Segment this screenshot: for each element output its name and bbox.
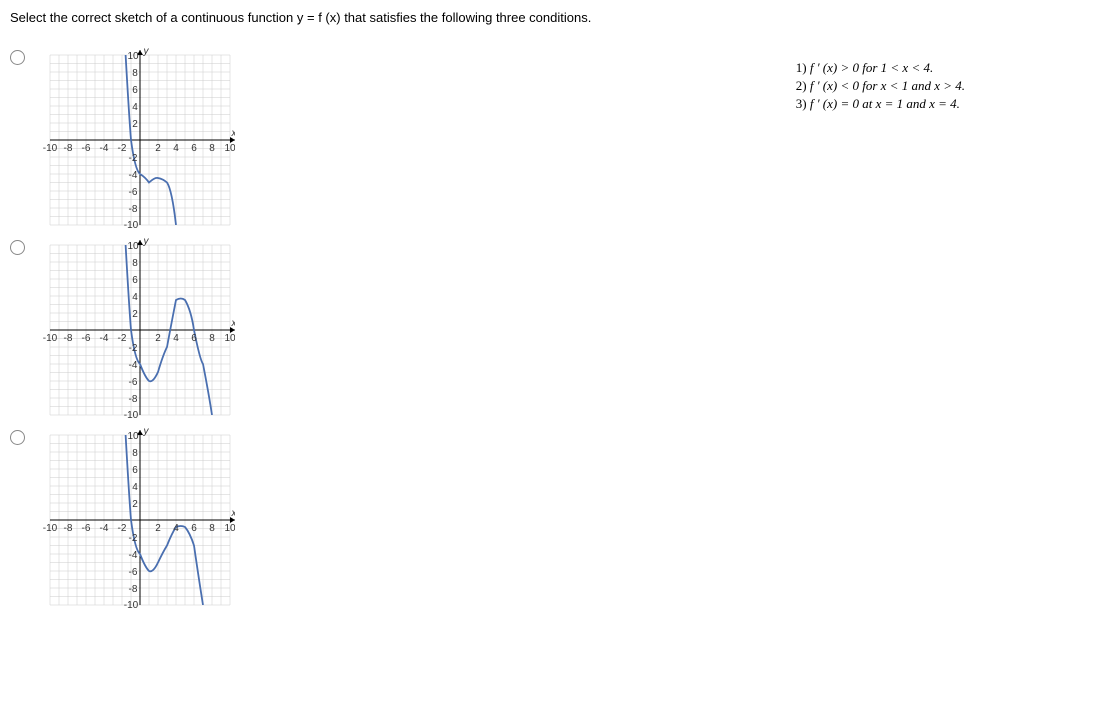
svg-text:6: 6 — [132, 85, 138, 96]
svg-text:4: 4 — [173, 333, 179, 344]
svg-text:6: 6 — [132, 275, 138, 286]
svg-text:-6: -6 — [129, 187, 138, 198]
svg-text:10: 10 — [127, 51, 139, 62]
svg-text:x: x — [231, 318, 236, 329]
svg-text:10: 10 — [127, 241, 139, 252]
svg-text:6: 6 — [191, 143, 197, 154]
svg-text:8: 8 — [209, 143, 215, 154]
svg-text:-4: -4 — [100, 333, 109, 344]
svg-text:-8: -8 — [129, 204, 138, 215]
svg-text:10: 10 — [127, 431, 139, 442]
svg-text:-6: -6 — [82, 333, 91, 344]
svg-text:-4: -4 — [129, 170, 138, 181]
svg-text:4: 4 — [173, 523, 179, 534]
svg-text:8: 8 — [132, 68, 138, 79]
svg-text:-4: -4 — [129, 360, 138, 371]
svg-text:-10: -10 — [124, 600, 139, 611]
svg-text:2: 2 — [132, 119, 138, 130]
svg-text:-10: -10 — [43, 333, 58, 344]
svg-text:6: 6 — [132, 465, 138, 476]
svg-text:-8: -8 — [64, 143, 73, 154]
svg-text:-10: -10 — [43, 523, 58, 534]
svg-text:8: 8 — [132, 448, 138, 459]
option-3-radio[interactable] — [10, 430, 25, 445]
svg-text:-2: -2 — [129, 533, 138, 544]
condition-2: 2) f ′ (x) < 0 for x < 1 and x > 4. — [796, 78, 965, 94]
svg-text:6: 6 — [191, 523, 197, 534]
svg-text:2: 2 — [155, 333, 161, 344]
svg-text:-2: -2 — [118, 523, 127, 534]
condition-1: 1) f ′ (x) > 0 for 1 < x < 4. — [796, 60, 965, 76]
svg-text:10: 10 — [224, 523, 235, 534]
question-text: Select the correct sketch of a continuou… — [10, 10, 1085, 25]
svg-text:-6: -6 — [82, 523, 91, 534]
svg-text:8: 8 — [209, 523, 215, 534]
svg-text:-10: -10 — [124, 410, 139, 421]
svg-text:-2: -2 — [118, 333, 127, 344]
option-2-graph: -10-8-6-4-2 246810 108642 -2-4-6-8-10 x … — [35, 235, 235, 425]
svg-text:-2: -2 — [118, 143, 127, 154]
svg-text:6: 6 — [191, 333, 197, 344]
svg-text:x: x — [231, 508, 236, 519]
svg-text:-4: -4 — [100, 523, 109, 534]
svg-text:-4: -4 — [100, 143, 109, 154]
svg-text:-6: -6 — [82, 143, 91, 154]
svg-text:10: 10 — [224, 333, 235, 344]
svg-text:4: 4 — [132, 482, 138, 493]
svg-text:-4: -4 — [129, 550, 138, 561]
svg-text:2: 2 — [155, 523, 161, 534]
svg-text:4: 4 — [132, 102, 138, 113]
option-2-radio[interactable] — [10, 240, 25, 255]
conditions: 1) f ′ (x) > 0 for 1 < x < 4. 2) f ′ (x)… — [796, 60, 965, 615]
option-1-graph: -10-8-6-4-2 246810 108642 -2-4-6-8-10 x … — [35, 45, 235, 235]
svg-text:8: 8 — [132, 258, 138, 269]
option-1-row: -10-8-6-4-2 246810 108642 -2-4-6-8-10 x … — [10, 45, 235, 235]
svg-text:2: 2 — [155, 143, 161, 154]
svg-text:y: y — [143, 46, 150, 57]
svg-text:-6: -6 — [129, 567, 138, 578]
svg-text:2: 2 — [132, 499, 138, 510]
svg-text:x: x — [231, 128, 236, 139]
svg-text:10: 10 — [224, 143, 235, 154]
svg-text:-2: -2 — [129, 343, 138, 354]
svg-text:-8: -8 — [64, 333, 73, 344]
condition-3: 3) f ′ (x) = 0 at x = 1 and x = 4. — [796, 96, 965, 112]
option-2-row: -10-8-6-4-2 246810 108642 -2-4-6-8-10 x … — [10, 235, 235, 425]
option-1-radio[interactable] — [10, 50, 25, 65]
svg-text:-6: -6 — [129, 377, 138, 388]
svg-text:-8: -8 — [129, 394, 138, 405]
svg-text:4: 4 — [173, 143, 179, 154]
svg-text:8: 8 — [209, 333, 215, 344]
svg-text:y: y — [143, 426, 150, 437]
option-3-graph: -10-8-6-4-2 246810 108642 -2-4-6-8-10 x … — [35, 425, 235, 615]
svg-text:-8: -8 — [64, 523, 73, 534]
svg-text:-2: -2 — [129, 153, 138, 164]
svg-text:4: 4 — [132, 292, 138, 303]
svg-text:-10: -10 — [43, 143, 58, 154]
option-3-row: -10-8-6-4-2 246810 108642 -2-4-6-8-10 x … — [10, 425, 235, 615]
svg-text:-8: -8 — [129, 584, 138, 595]
svg-text:2: 2 — [132, 309, 138, 320]
svg-text:y: y — [143, 236, 150, 247]
svg-text:-10: -10 — [124, 220, 139, 231]
